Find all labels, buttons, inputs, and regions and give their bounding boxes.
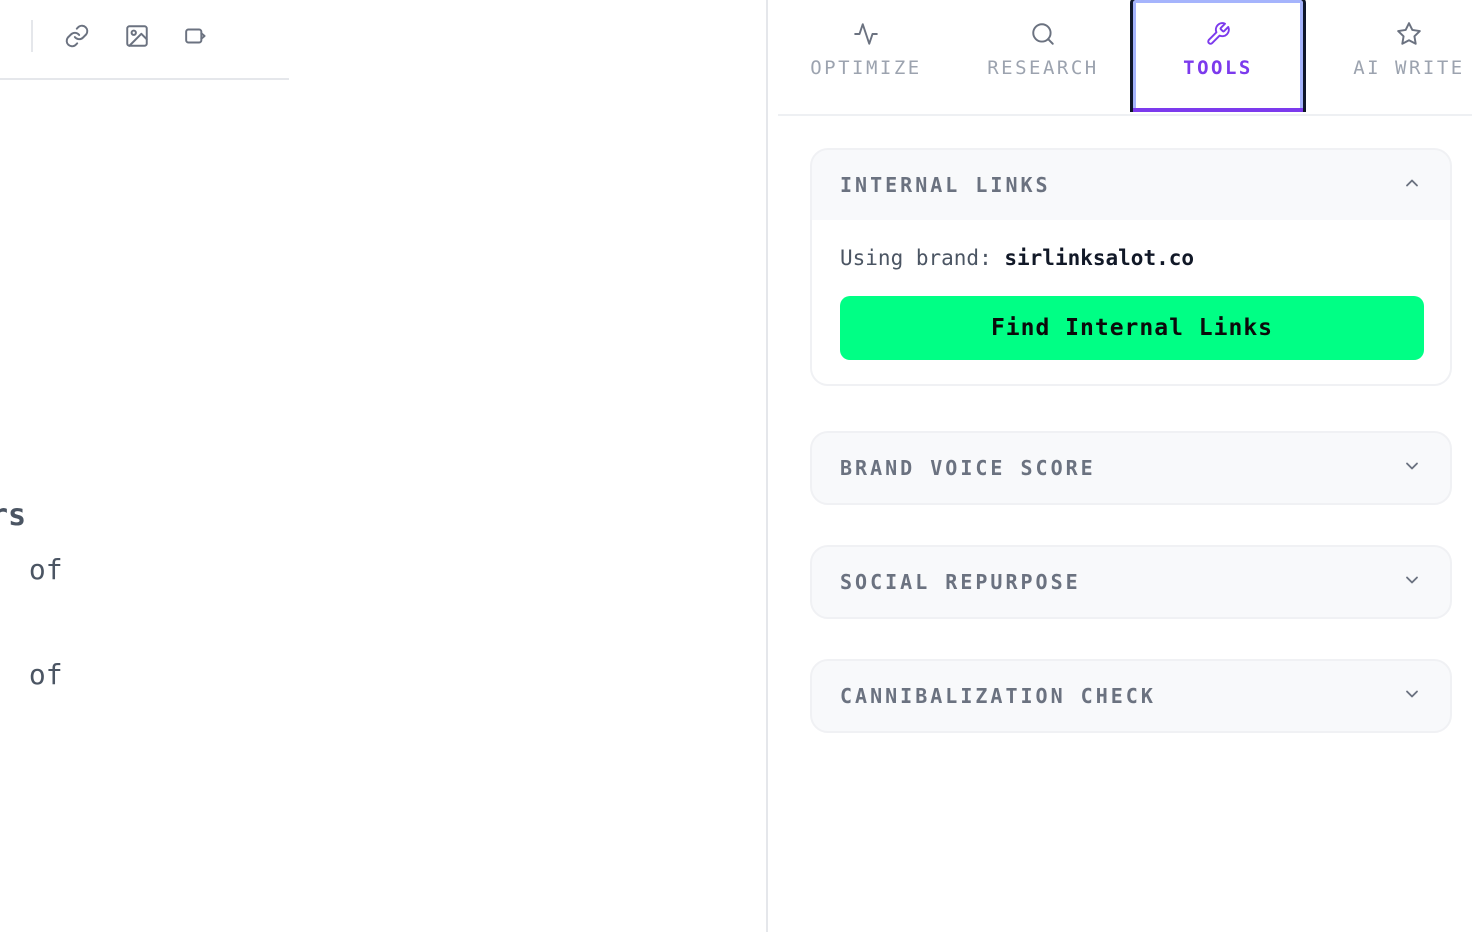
cannibalization-check-header[interactable]: CANNIBALIZATION CHECK [812,661,1450,731]
insert-image-button[interactable] [121,20,153,52]
image-icon [126,25,148,47]
chevron-down-icon [1402,456,1422,480]
chevron-up-icon [1402,173,1422,197]
brand-value: sirlinksalot.co [1004,246,1195,270]
insert-link-button[interactable] [61,20,93,52]
toolbar-divider [31,20,33,52]
social-repurpose-panel: SOCIAL REPURPOSE [810,545,1452,619]
link-icon [65,24,89,48]
panel-title: BRAND VOICE SCORE [840,456,1096,480]
find-internal-links-button[interactable]: Find Internal Links [840,296,1424,360]
activity-icon [854,23,878,45]
tools-sidebar: OPTIMIZE RESEARCH TOOLS AI WRITE INTERNA… [768,0,1472,932]
social-repurpose-header[interactable]: SOCIAL REPURPOSE [812,547,1450,617]
internal-links-body: Using brand: sirlinksalot.co Find Intern… [812,220,1450,384]
star-icon [1397,22,1421,45]
panel-title: CANNIBALIZATION CHECK [840,684,1156,708]
brand-voice-score-panel: BRAND VOICE SCORE [810,431,1452,505]
editor-pane: rs of of [0,0,766,932]
brand-line: Using brand: sirlinksalot.co [840,246,1422,270]
tab-label: OPTIMIZE [810,57,922,79]
chevron-down-icon [1402,684,1422,708]
tab-research[interactable]: RESEARCH [980,0,1106,112]
sidebar-tabs: OPTIMIZE RESEARCH TOOLS AI WRITE [778,0,1472,116]
internal-links-panel: INTERNAL LINKS Using brand: sirlinksalot… [810,148,1452,386]
tab-focus-ring [1133,0,1303,112]
editor-heading-fragment[interactable]: rs [0,498,26,533]
brand-voice-score-header[interactable]: BRAND VOICE SCORE [812,433,1450,503]
tab-ai-write[interactable]: AI WRITE [1346,0,1472,112]
search-icon [1032,23,1054,45]
editor-paragraph-fragment[interactable]: of [12,553,63,586]
editor-toolbar [0,0,289,80]
video-icon [185,28,206,44]
tab-label: RESEARCH [987,57,1099,79]
chevron-down-icon [1402,570,1422,594]
internal-links-header[interactable]: INTERNAL LINKS [812,150,1450,220]
editor-paragraph-fragment[interactable]: of [12,658,63,691]
cannibalization-check-panel: CANNIBALIZATION CHECK [810,659,1452,733]
brand-label: Using brand: [840,246,1005,270]
tab-tools[interactable]: TOOLS [1130,0,1306,112]
active-tab-indicator [1133,108,1303,112]
tab-optimize[interactable]: OPTIMIZE [800,0,932,112]
tab-label: AI WRITE [1353,57,1465,79]
panel-title: INTERNAL LINKS [840,173,1051,197]
panel-title: SOCIAL REPURPOSE [840,570,1081,594]
insert-video-button[interactable] [181,20,213,52]
